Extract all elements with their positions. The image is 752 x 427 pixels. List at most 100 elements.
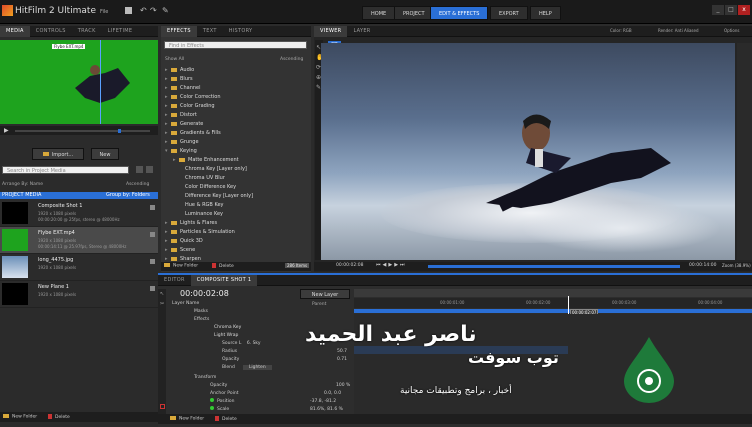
position-row[interactable]: Position -37.8, -81.2 <box>162 398 352 406</box>
scale-row[interactable]: Scale 81.6%, 81.6 % <box>162 406 352 414</box>
preview-playhead[interactable] <box>118 129 121 133</box>
list-item[interactable]: Flybe EXT.mp4 1920 x 1080 pixels 00:00:1… <box>0 227 158 254</box>
nav-project-button[interactable]: PROJECT <box>394 6 434 20</box>
effects-order[interactable]: Ascending <box>280 57 303 62</box>
anchor-point-row[interactable]: Anchor Point 0.0, 0.0 <box>162 390 352 398</box>
effect-folder[interactable]: ▸ Color Grading <box>163 102 309 111</box>
redo-icon[interactable]: ↷ <box>150 6 157 15</box>
nav-home-button[interactable]: HOME <box>362 6 396 20</box>
nav-edit-effects-button[interactable]: EDIT & EFFECTS <box>430 6 489 20</box>
zoom-level[interactable]: Zoom (38.9%) <box>722 263 751 268</box>
arrange-by[interactable]: Arrange By: Name <box>2 182 43 187</box>
viewer-canvas[interactable] <box>321 43 735 260</box>
close-button[interactable]: x <box>738 5 750 15</box>
layer-track-bar[interactable] <box>354 309 752 313</box>
tab-editor[interactable]: EDITOR <box>158 275 191 286</box>
tab-controls[interactable]: CONTROLS <box>30 26 72 37</box>
grid-view-icon[interactable] <box>146 166 153 173</box>
radius-row[interactable]: Radius 50.7 <box>162 348 352 356</box>
effect-item[interactable]: Color Difference Key <box>163 183 309 192</box>
viewer-timeline-bar[interactable] <box>428 265 680 268</box>
effect-folder[interactable]: ▸ Quick 3D <box>163 237 309 246</box>
play-icon[interactable]: ▶ <box>4 127 9 134</box>
keyframe-icon[interactable] <box>210 398 214 402</box>
folder-icon <box>171 148 177 153</box>
timeline-ruler[interactable] <box>354 298 752 308</box>
file-menu[interactable]: File <box>100 9 108 15</box>
effect-folder[interactable]: ▸ Grunge <box>163 138 309 147</box>
preview-scrubber[interactable] <box>15 130 150 132</box>
list-item[interactable]: New Plane 1 1920 x 1080 pixels <box>0 281 158 308</box>
nav-export-button[interactable]: EXPORT <box>490 6 528 20</box>
effect-folder[interactable]: ▸ Matte Enhancement <box>163 156 309 165</box>
transform-opacity-row[interactable]: Opacity 100 % <box>162 382 352 390</box>
brush-icon[interactable]: ✎ <box>162 6 169 15</box>
tab-track[interactable]: TRACK <box>72 26 102 37</box>
effect-folder[interactable]: ▸ Color Correction <box>163 93 309 102</box>
effect-item[interactable]: Hue & RGB Key <box>163 201 309 210</box>
transform-row[interactable]: Transform <box>162 374 352 382</box>
color-mode-select[interactable]: Color: RGB <box>610 28 632 33</box>
preview-guide <box>100 40 101 124</box>
tab-lifetime[interactable]: LIFETIME <box>102 26 139 37</box>
trash-icon <box>215 416 219 421</box>
gear-icon[interactable] <box>150 232 155 237</box>
list-view-icon[interactable] <box>136 166 143 173</box>
effect-folder[interactable]: ▸ Particles & Simulation <box>163 228 309 237</box>
nav-help-button[interactable]: HELP <box>530 6 561 20</box>
effects-search-input[interactable]: Find in Effects <box>164 41 307 49</box>
gear-icon[interactable] <box>150 286 155 291</box>
effect-folder[interactable]: ▸ Audio <box>163 66 309 75</box>
delete-button[interactable]: Delete <box>48 414 70 420</box>
effect-folder[interactable]: ▸ Lights & Flares <box>163 219 309 228</box>
effect-folder[interactable]: ▸ Scene <box>163 246 309 255</box>
masks-row[interactable]: Masks <box>162 308 352 316</box>
import-button[interactable]: Import... <box>32 148 84 160</box>
tab-text[interactable]: TEXT <box>197 26 223 37</box>
minimize-button[interactable]: _ <box>712 5 724 15</box>
select-tool-icon[interactable]: ↖ <box>160 291 164 297</box>
arrange-order[interactable]: Ascending <box>126 182 149 187</box>
new-button[interactable]: New <box>91 148 119 160</box>
list-item[interactable]: Composite Shot 1 1920 x 1080 pixels 00:0… <box>0 200 158 227</box>
new-folder-button[interactable]: New Folder <box>3 414 37 420</box>
effect-folder[interactable]: ▸ Generate <box>163 120 309 129</box>
effect-folder[interactable]: ▸ Blurs <box>163 75 309 84</box>
gear-icon[interactable] <box>150 205 155 210</box>
effects-delete-button[interactable]: Delete <box>212 263 234 269</box>
effect-item[interactable]: Chroma Key [Layer only] <box>163 165 309 174</box>
maximize-button[interactable]: □ <box>725 5 737 15</box>
effects-new-folder-button[interactable]: New Folder <box>164 263 198 269</box>
transport-buttons[interactable]: ⏮◀▶▶⏭ <box>376 262 407 268</box>
timeline-delete-button[interactable]: Delete <box>215 416 237 422</box>
tab-layer[interactable]: LAYER <box>347 26 376 37</box>
viewer-options[interactable]: Options <box>724 28 739 33</box>
keyframe-icon[interactable] <box>210 406 214 410</box>
tab-composite-shot[interactable]: COMPOSITE SHOT 1 <box>190 275 258 286</box>
list-item[interactable]: long_4475.jpg 1920 x 1080 pixels <box>0 254 158 281</box>
effect-folder[interactable]: ▸ Channel <box>163 84 309 93</box>
blend-row[interactable]: Blend Lighten <box>162 364 352 372</box>
timeline-new-folder-button[interactable]: New Folder <box>170 416 204 422</box>
effect-folder[interactable]: ▸ Distort <box>163 111 309 120</box>
effect-folder[interactable]: ▸ Gradients & Fills <box>163 129 309 138</box>
save-icon[interactable] <box>125 7 132 14</box>
new-layer-button[interactable]: New Layer <box>300 289 350 299</box>
tab-effects[interactable]: EFFECTS <box>161 26 197 37</box>
undo-icon[interactable]: ↶ <box>140 6 147 15</box>
timeline-bottom-bar <box>158 414 752 424</box>
tab-viewer[interactable]: VIEWER <box>314 26 348 37</box>
timeline-timecode[interactable]: 00:00:02:08 <box>180 289 229 298</box>
tab-media[interactable]: MEDIA <box>0 26 30 37</box>
opacity-row[interactable]: Opacity 0.71 <box>162 356 352 364</box>
effect-item[interactable]: Chroma UV Blur <box>163 174 309 183</box>
gear-icon[interactable] <box>150 259 155 264</box>
effects-show-filter[interactable]: Show All <box>165 57 184 62</box>
render-mode-select[interactable]: Render: Anti Aliased <box>658 28 699 33</box>
effect-item[interactable]: Luminance Key <box>163 210 309 219</box>
effect-item[interactable]: Difference Key [Layer only] <box>163 192 309 201</box>
tab-history[interactable]: HISTORY <box>223 26 259 37</box>
effect-folder-keying[interactable]: ▾ Keying <box>163 147 309 156</box>
folder-icon <box>179 157 185 162</box>
media-search-input[interactable]: Search in Project Media <box>2 166 129 174</box>
